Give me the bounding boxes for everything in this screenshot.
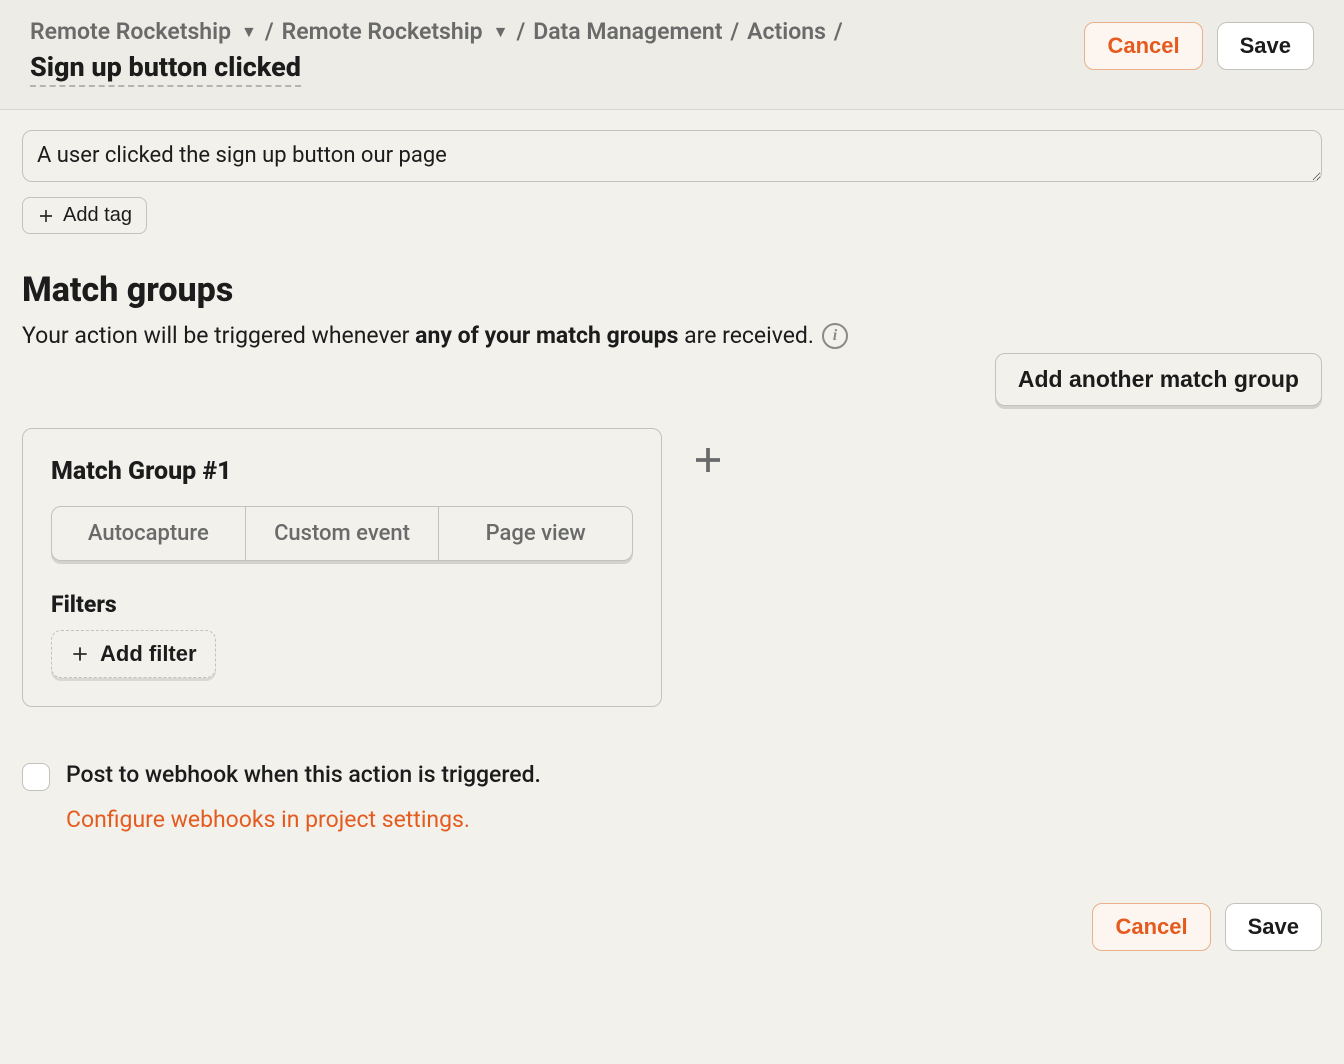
match-groups-list: Match Group #1 Autocapture Custom event … [22, 428, 1322, 707]
subtitle-bold: any of your match groups [415, 322, 678, 349]
add-filter-label: Add filter [100, 641, 197, 667]
save-button[interactable]: Save [1217, 22, 1314, 70]
breadcrumb-label: Remote Rocketship [30, 18, 231, 45]
add-tag-button[interactable]: Add tag [22, 197, 147, 234]
add-tag-label: Add tag [63, 204, 132, 227]
subtitle-post: are received. [678, 322, 814, 349]
add-match-group-button[interactable]: Add another match group [995, 353, 1322, 406]
breadcrumb-separator: / [730, 18, 739, 45]
breadcrumb-item-section[interactable]: Data Management [533, 18, 722, 45]
match-groups-title: Match groups [22, 270, 1322, 310]
match-groups-subtitle: Your action will be triggered whenever a… [22, 322, 1322, 349]
subtitle-pre: Your action will be triggered whenever [22, 322, 415, 349]
footer-actions: Cancel Save [22, 903, 1322, 951]
webhook-row: Post to webhook when this action is trig… [22, 761, 1322, 833]
match-group-card-title: Match Group #1 [51, 457, 633, 486]
page-title[interactable]: Sign up button clicked [30, 51, 301, 87]
match-group-card: Match Group #1 Autocapture Custom event … [22, 428, 662, 707]
description-input[interactable] [22, 130, 1322, 182]
plus-icon [37, 207, 55, 225]
tab-custom-event[interactable]: Custom event [246, 507, 440, 560]
breadcrumb-label: Remote Rocketship [282, 18, 483, 45]
save-button[interactable]: Save [1225, 903, 1322, 951]
header-actions: Cancel Save [1084, 22, 1314, 70]
breadcrumb-label: Data Management [533, 18, 722, 45]
add-filter-button[interactable]: Add filter [51, 630, 216, 678]
header: Remote Rocketship ▼ / Remote Rocketship … [0, 0, 1344, 110]
info-icon[interactable]: i [822, 323, 848, 349]
tab-page-view[interactable]: Page view [439, 507, 632, 560]
event-type-tabs: Autocapture Custom event Page view [51, 506, 633, 561]
chevron-down-icon: ▼ [493, 22, 509, 42]
webhook-checkbox[interactable] [22, 763, 50, 791]
configure-webhooks-link[interactable]: Configure webhooks in project settings. [66, 806, 541, 833]
breadcrumb-item-actions[interactable]: Actions [747, 18, 826, 45]
cancel-button[interactable]: Cancel [1092, 903, 1210, 951]
webhook-label: Post to webhook when this action is trig… [66, 761, 541, 788]
add-group-plus-button[interactable] [690, 442, 726, 483]
breadcrumb-separator: / [265, 18, 274, 45]
breadcrumb-separator: / [834, 18, 843, 45]
breadcrumb-separator: / [516, 18, 525, 45]
breadcrumb-item-project[interactable]: Remote Rocketship ▼ [282, 18, 509, 45]
chevron-down-icon: ▼ [241, 22, 257, 42]
breadcrumb-label: Actions [747, 18, 826, 45]
filters-title: Filters [51, 591, 633, 618]
breadcrumb-item-org[interactable]: Remote Rocketship ▼ [30, 18, 257, 45]
cancel-button[interactable]: Cancel [1084, 22, 1202, 70]
content: Add tag Match groups Your action will be… [0, 110, 1344, 991]
plus-icon [70, 644, 90, 664]
tab-autocapture[interactable]: Autocapture [52, 507, 246, 560]
